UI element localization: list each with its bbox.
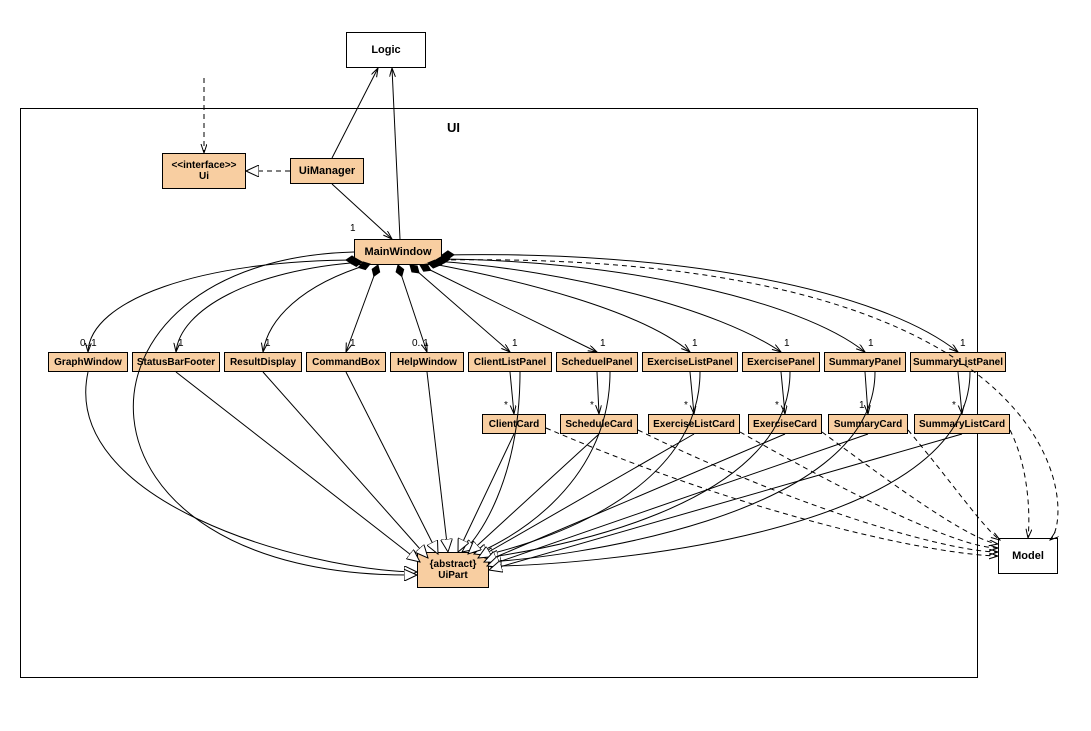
- summarylistcard-box: SummaryListCard: [914, 414, 1010, 434]
- mult-clientlistpanel: 1: [512, 338, 518, 349]
- scheduelpanel-box: ScheduelPanel: [556, 352, 638, 372]
- mainwindow-box: MainWindow: [354, 239, 442, 265]
- mult-resultdisplay: 1: [265, 338, 271, 349]
- schedulecard-label: ScheduleCard: [565, 419, 632, 430]
- mainwindow-label: MainWindow: [364, 246, 431, 258]
- uimanager-label: UiManager: [299, 165, 355, 177]
- mult-summarylistcard: *: [952, 400, 956, 411]
- logic-box: Logic: [346, 32, 426, 68]
- mult-statusbarfooter: 1: [178, 338, 184, 349]
- uipart-stereotype: {abstract}: [430, 559, 477, 570]
- mult-mw: 1: [350, 223, 356, 234]
- commandbox-label: CommandBox: [312, 357, 380, 368]
- helpwindow-box: HelpWindow: [390, 352, 464, 372]
- uipart-name: UiPart: [438, 570, 467, 581]
- summarylistpanel-box: SummaryListPanel: [910, 352, 1006, 372]
- statusbarfooter-label: StatusBarFooter: [137, 357, 215, 368]
- logic-label: Logic: [371, 44, 400, 56]
- exercisepanel-label: ExercisePanel: [747, 357, 815, 368]
- summarypanel-box: SummaryPanel: [824, 352, 906, 372]
- uimanager-box: UiManager: [290, 158, 364, 184]
- mult-exercisepanel: 1: [784, 338, 790, 349]
- ui-interface-name: Ui: [199, 171, 209, 182]
- mult-scheduelpanel: 1: [600, 338, 606, 349]
- resultdisplay-label: ResultDisplay: [230, 357, 296, 368]
- mult-graphwindow: 0..1: [80, 338, 97, 349]
- summarylistpanel-label: SummaryListPanel: [913, 357, 1003, 368]
- commandbox-box: CommandBox: [306, 352, 386, 372]
- mult-summarypanel: 1: [868, 338, 874, 349]
- clientlistpanel-box: ClientListPanel: [468, 352, 552, 372]
- summarycard-label: SummaryCard: [834, 419, 902, 430]
- graphwindow-box: GraphWindow: [48, 352, 128, 372]
- mult-helpwindow: 0..1: [412, 338, 429, 349]
- summarylistcard-label: SummaryListCard: [919, 419, 1005, 430]
- ui-interface-box: <<interface>> Ui: [162, 153, 246, 189]
- model-box: Model: [998, 538, 1058, 574]
- resultdisplay-box: ResultDisplay: [224, 352, 302, 372]
- exerciselistpanel-box: ExerciseListPanel: [642, 352, 738, 372]
- mult-summarylistpanel: 1: [960, 338, 966, 349]
- graphwindow-label: GraphWindow: [54, 357, 122, 368]
- exercisepanel-box: ExercisePanel: [742, 352, 820, 372]
- exerciselistpanel-label: ExerciseListPanel: [647, 357, 733, 368]
- clientcard-label: ClientCard: [489, 419, 540, 430]
- scheduelpanel-label: ScheduelPanel: [561, 357, 632, 368]
- helpwindow-label: HelpWindow: [397, 357, 457, 368]
- exerciselistcard-label: ExerciseListCard: [653, 419, 735, 430]
- exercisecard-label: ExerciseCard: [753, 419, 817, 430]
- summarycard-box: SummaryCard: [828, 414, 908, 434]
- mult-clientcard: *: [504, 400, 508, 411]
- ui-frame-label: UI: [447, 120, 460, 135]
- ui-frame: [20, 108, 978, 678]
- clientcard-box: ClientCard: [482, 414, 546, 434]
- mult-commandbox: 1: [350, 338, 356, 349]
- exerciselistcard-box: ExerciseListCard: [648, 414, 740, 434]
- mult-schedulecard: *: [590, 400, 594, 411]
- mult-exercisecard: *: [775, 400, 779, 411]
- statusbarfooter-box: StatusBarFooter: [132, 352, 220, 372]
- mult-summarycard: 1: [859, 400, 865, 411]
- summarypanel-label: SummaryPanel: [829, 357, 901, 368]
- model-label: Model: [1012, 550, 1044, 562]
- schedulecard-box: ScheduleCard: [560, 414, 638, 434]
- ui-interface-stereotype: <<interface>>: [171, 160, 236, 171]
- clientlistpanel-label: ClientListPanel: [474, 357, 546, 368]
- mult-exerciselistpanel: 1: [692, 338, 698, 349]
- exercisecard-box: ExerciseCard: [748, 414, 822, 434]
- uipart-box: {abstract} UiPart: [417, 552, 489, 588]
- mult-exerciselistcard: *: [684, 400, 688, 411]
